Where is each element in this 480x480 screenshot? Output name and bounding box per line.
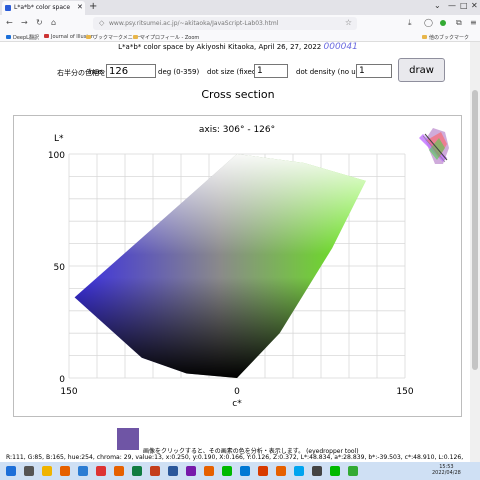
close-tab-icon[interactable]: ✕ [77, 3, 83, 11]
cross-section-canvas[interactable]: axis: 306° - 126° L* c* 100 50 0 150 0 150 [13, 115, 462, 417]
bookmark-item[interactable]: 他のブックマーク [422, 34, 469, 41]
start-icon[interactable] [6, 466, 16, 476]
tab-title: L*a*b* color space [14, 4, 71, 11]
bookmark-item[interactable]: DeepL翻訳 [6, 34, 39, 41]
dot-size-label: dot size (fixed) [207, 68, 260, 76]
taskbar-app-icon[interactable] [294, 466, 304, 476]
chevron-down-icon[interactable]: ⌄ [434, 1, 441, 10]
taskbar-app-icon[interactable] [168, 466, 178, 476]
hue-label: hue: [89, 68, 105, 76]
taskbar-app-icon[interactable] [330, 466, 340, 476]
bookmark-star-icon[interactable]: ☆ [345, 18, 352, 27]
dot-size-input[interactable] [254, 64, 288, 78]
tab-bar: L*a*b* color space ✕ + ⌄ — □ ✕ [0, 0, 480, 15]
shield-icon: ◇ [99, 19, 105, 27]
picked-color-swatch [117, 428, 139, 450]
bookmarks-bar: DeepL翻訳 Journal of Illusion ブックマークメニュー マ… [0, 32, 480, 42]
taskbar-app-icon[interactable] [114, 466, 124, 476]
page-content: L*a*b* color space by Akiyoshi Kitaoka, … [0, 42, 480, 462]
taskbar-app-icon[interactable] [132, 466, 142, 476]
x-tick-label: 150 [60, 387, 77, 397]
credit-text: L*a*b* color space by Akiyoshi Kitaoka, … [118, 43, 322, 51]
hue-wheel-icon [419, 128, 449, 164]
pixel-info-text: R:111, G:85, B:165, hue:254, chroma: 29,… [6, 454, 464, 461]
taskbar-app-icon[interactable] [312, 466, 322, 476]
x-tick-label: 150 [396, 387, 413, 397]
axis-title: axis: 306° - 126° [199, 125, 275, 135]
favicon-icon [5, 5, 11, 11]
page-credit: L*a*b* color space by Akiyoshi Kitaoka, … [0, 42, 476, 52]
hue-unit-label: deg (0-359) [158, 68, 200, 76]
x-tick-label: 0 [234, 387, 240, 397]
taskbar-app-icon[interactable] [24, 466, 34, 476]
browser-tab[interactable]: L*a*b* color space ✕ [2, 1, 85, 15]
visit-counter: 000041 [323, 42, 358, 52]
page-scrollbar[interactable] [470, 42, 480, 462]
navigation-bar: ← → ↻ ⌂ ◇ www.psy.ritsumei.ac.jp/~akitao… [0, 15, 480, 32]
new-tab-icon[interactable]: + [89, 1, 97, 12]
downloads-icon[interactable]: ⤓ [408, 18, 412, 28]
taskbar-app-icon[interactable] [276, 466, 286, 476]
menu-icon[interactable]: ≡ [470, 18, 477, 27]
taskbar-app-icon[interactable] [204, 466, 214, 476]
taskbar-app-icon[interactable] [60, 466, 70, 476]
back-icon[interactable]: ← [6, 18, 13, 27]
forward-icon[interactable]: → [21, 18, 28, 27]
cross-section-plot[interactable]: axis: 306° - 126° L* c* 100 50 0 150 0 150 [14, 116, 461, 416]
extension-icon[interactable] [440, 20, 446, 26]
scrollbar-thumb[interactable] [472, 90, 478, 370]
reload-icon[interactable]: ↻ [36, 18, 43, 27]
account-icon[interactable]: ◯ [424, 18, 433, 27]
y-tick-label: 100 [48, 151, 65, 161]
taskbar-app-icon[interactable] [78, 466, 88, 476]
taskbar: 15:53 2022/04/28 [0, 462, 480, 480]
bookmark-label: DeepL翻訳 [13, 35, 39, 41]
url-text: www.psy.ritsumei.ac.jp/~akitaoka/JavaScr… [109, 20, 279, 27]
taskbar-app-icon[interactable] [258, 466, 268, 476]
system-clock[interactable]: 15:53 2022/04/28 [432, 464, 461, 476]
y-tick-label: 0 [59, 375, 65, 385]
taskbar-app-icon[interactable] [222, 466, 232, 476]
x-axis-label: c* [232, 399, 242, 409]
bookmark-label: マイプロフィール - Zoom [140, 35, 200, 41]
draw-button[interactable]: draw [398, 58, 445, 82]
taskbar-app-icon[interactable] [348, 466, 358, 476]
hue-input[interactable] [106, 64, 156, 78]
close-window-icon[interactable]: ✕ [471, 1, 478, 10]
taskbar-app-icon[interactable] [240, 466, 250, 476]
section-title: Cross section [201, 88, 275, 101]
extensions-puzzle-icon[interactable]: ⧉ [456, 18, 462, 28]
taskbar-app-icon[interactable] [96, 466, 106, 476]
y-axis-label: L* [54, 134, 64, 144]
address-bar[interactable]: ◇ www.psy.ritsumei.ac.jp/~akitaoka/JavaS… [93, 17, 357, 30]
bookmark-label: 他のブックマーク [429, 35, 470, 41]
dot-density-input[interactable] [356, 64, 392, 78]
clock-date: 2022/04/28 [432, 470, 461, 476]
browser-window: L*a*b* color space ✕ + ⌄ — □ ✕ ← → ↻ ⌂ ◇… [0, 0, 480, 480]
taskbar-app-icon[interactable] [42, 466, 52, 476]
taskbar-app-icon[interactable] [186, 466, 196, 476]
maximize-icon[interactable]: □ [460, 1, 468, 10]
minimize-icon[interactable]: — [448, 1, 456, 10]
home-icon[interactable]: ⌂ [51, 18, 56, 27]
bookmark-item[interactable]: マイプロフィール - Zoom [133, 34, 199, 41]
taskbar-app-icon[interactable] [150, 466, 160, 476]
y-tick-label: 50 [54, 263, 66, 273]
